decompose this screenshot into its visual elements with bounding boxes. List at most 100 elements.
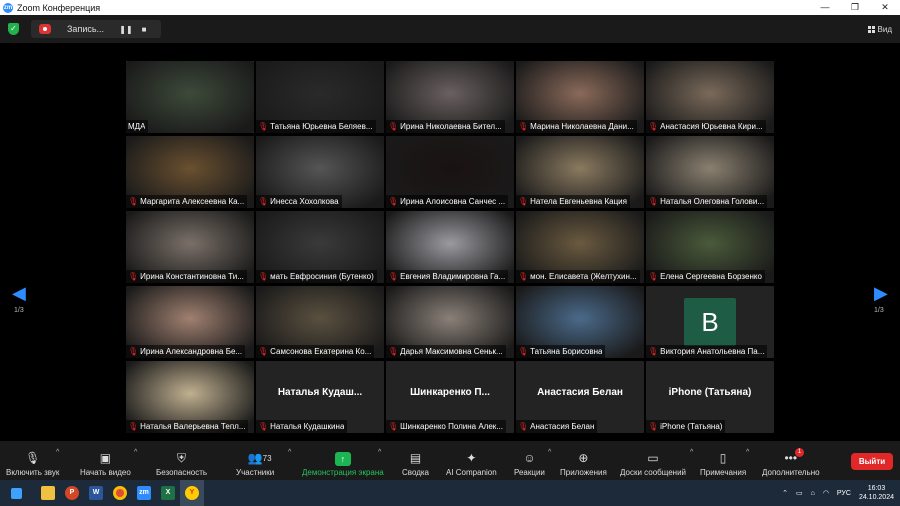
taskbar-word[interactable]: W — [84, 480, 108, 506]
participant-tile[interactable]: 🎙 Самсонова Екатерина Ко... — [256, 286, 384, 358]
close-icon[interactable]: ✕ — [870, 2, 900, 13]
more-button[interactable]: ••• 1 Дополнительно — [762, 444, 820, 477]
participant-tile[interactable]: Шинкаренко П... 🎙 Шинкаренко Полина Алек..… — [386, 361, 514, 433]
security-button[interactable]: ⛨ Безопасность — [156, 444, 207, 477]
chrome-icon — [113, 486, 127, 500]
video-options-caret-icon[interactable]: ^ — [134, 449, 137, 456]
participant-tile[interactable]: 🎙 Марина Николаевна Дани... — [516, 61, 644, 133]
minimize-icon[interactable]: — — [810, 2, 840, 13]
participant-tile[interactable]: 🎙 Ирина Николаевна Бител... — [386, 61, 514, 133]
clock[interactable]: 16:03 24.10.2024 — [859, 484, 894, 502]
language-indicator[interactable]: РУС — [837, 490, 851, 497]
unmute-button[interactable]: 🎙 Включить звук — [6, 444, 59, 477]
participant-tile[interactable]: 🎙 Ирина Александровна Бе... — [126, 286, 254, 358]
taskbar-explorer[interactable] — [36, 480, 60, 506]
participant-tile[interactable]: Анастасия Белан 🎙 Анастасия Белан — [516, 361, 644, 433]
network-icon[interactable]: ⌂ — [811, 490, 815, 497]
encryption-shield-icon[interactable]: ✓ — [8, 23, 19, 35]
participant-tile[interactable]: 🎙 Натела Евгеньевна Кация — [516, 136, 644, 208]
restore-icon[interactable]: ❐ — [840, 2, 870, 13]
muted-microphone-icon: 🎙 — [648, 122, 659, 131]
participant-name: Татьяна Борисовна — [530, 347, 603, 356]
muted-microphone-icon: 🎙 — [518, 197, 529, 206]
camera-off-icon: ▣ — [99, 451, 112, 465]
participant-tile[interactable]: 🎙 мать Евфросиния (Бутенко) — [256, 211, 384, 283]
participant-tile[interactable]: 🎙 Анастасия Юрьевна Кири... — [646, 61, 774, 133]
participant-tile[interactable]: 🎙 Татьяна Борисовна — [516, 286, 644, 358]
participant-tile[interactable]: 🎙 Елена Сергеевна Борзенко — [646, 211, 774, 283]
participant-name-label: 🎙 Татьяна Борисовна — [516, 345, 606, 358]
whiteboards-label: Доски сообщений — [620, 468, 687, 477]
participant-tile[interactable]: МДА — [126, 61, 254, 133]
start-video-button[interactable]: ▣ Начать видео — [80, 444, 131, 477]
taskbar-powerpoint[interactable]: P — [60, 480, 84, 506]
participant-tile[interactable]: 🎙 Ирина Константиновна Ти... — [126, 211, 254, 283]
taskbar-zoom[interactable]: zm — [132, 480, 156, 506]
muted-microphone-icon: 🎙 — [258, 272, 269, 281]
zoom-icon: zm — [137, 486, 151, 500]
whiteboards-button[interactable]: ▭ Доски сообщений — [620, 444, 686, 477]
participant-tile[interactable]: 🎙 Дарья Максимовна Сеньк... — [386, 286, 514, 358]
muted-microphone-icon: 🎙 — [518, 347, 529, 356]
muted-microphone-icon: 🎙 — [648, 347, 659, 356]
muted-microphone-icon: 🎙 — [258, 197, 269, 206]
participant-tile[interactable]: 🎙 Наталья Валерьевна Тепл... — [126, 361, 254, 433]
leave-meeting-button[interactable]: Выйти — [851, 453, 893, 470]
participant-name: Самсонова Екатерина Ко... — [270, 347, 372, 356]
summary-button[interactable]: ▤ Сводка — [402, 444, 429, 477]
share-screen-button[interactable]: ↑ Демонстрация экрана — [302, 444, 384, 477]
participant-name: Ирина Александровна Бе... — [140, 347, 243, 356]
start-button[interactable] — [4, 480, 28, 506]
previous-page-arrow-icon[interactable]: ◀ — [12, 283, 26, 304]
meeting-toolbar: 🎙 Включить звук ^ ▣ Начать видео ^ ⛨ Без… — [0, 441, 900, 480]
taskbar-excel[interactable]: X — [156, 480, 180, 506]
reactions-button[interactable]: ☺ Реакции — [514, 444, 545, 477]
security-label: Безопасность — [156, 468, 208, 477]
windows-taskbar: P W zm X Y ⌃ ▭ ⌂ ◠ РУС 16:03 24.10.2024 — [0, 480, 900, 506]
next-page-arrow-icon[interactable]: ▶ — [874, 283, 888, 304]
more-badge: 1 — [795, 448, 805, 457]
participant-tile[interactable]: 🎙 Татьяна Юрьевна Беляев... — [256, 61, 384, 133]
participant-display-name: Наталья Кудаш... — [277, 387, 363, 398]
pause-recording-icon[interactable]: ❚❚ — [117, 25, 135, 34]
whiteboard-icon: ▭ — [647, 451, 659, 465]
participant-name: Анастасия Белан — [530, 422, 595, 431]
powerpoint-icon: P — [65, 486, 79, 500]
participant-tile[interactable]: 🎙 Наталья Олеговна Голови... — [646, 136, 774, 208]
share-options-caret-icon[interactable]: ^ — [378, 449, 381, 456]
participant-name-label: 🎙 мать Евфросиния (Бутенко) — [256, 270, 377, 283]
stop-recording-icon[interactable]: ■ — [135, 25, 153, 34]
muted-microphone-icon: 🎙 — [258, 122, 269, 131]
participant-tile[interactable]: 🎙 Инесса Хохолкова — [256, 136, 384, 208]
tray-overflow-icon[interactable]: ⌃ — [782, 489, 788, 497]
apps-button[interactable]: ⊕ Приложения — [560, 444, 607, 477]
ai-companion-button[interactable]: ✦ AI Companion — [446, 444, 497, 477]
battery-icon[interactable]: ▭ — [796, 489, 803, 497]
participant-name-label: МДА — [126, 120, 149, 133]
windows-logo-icon — [10, 487, 22, 499]
audio-options-caret-icon[interactable]: ^ — [56, 449, 59, 456]
participant-name-label: 🎙 Дарья Максимовна Сеньк... — [386, 345, 506, 358]
participant-name-label: 🎙 Виктория Анатольевна Па... — [646, 345, 768, 358]
view-button[interactable]: Вид — [867, 25, 892, 34]
more-label: Дополнительно — [762, 468, 820, 477]
participant-name-label: 🎙 Маргарита Алексеевна Ка... — [126, 195, 248, 208]
notes-options-caret-icon[interactable]: ^ — [746, 449, 749, 456]
whiteboards-options-caret-icon[interactable]: ^ — [690, 449, 693, 456]
notes-icon: ▯ — [719, 451, 727, 465]
participant-tile[interactable]: 🎙 Евгения Владимировна Га... — [386, 211, 514, 283]
reactions-options-caret-icon[interactable]: ^ — [548, 449, 551, 456]
taskbar-yandex[interactable]: Y — [180, 480, 204, 506]
participant-tile[interactable]: Наталья Кудаш... 🎙 Наталья Кудашкина — [256, 361, 384, 433]
taskbar-chrome[interactable] — [108, 480, 132, 506]
participants-options-caret-icon[interactable]: ^ — [288, 449, 291, 456]
wifi-icon[interactable]: ◠ — [823, 489, 829, 497]
participant-tile[interactable]: 🎙 Маргарита Алексеевна Ка... — [126, 136, 254, 208]
participant-tile[interactable]: В 🎙 Виктория Анатольевна Па... — [646, 286, 774, 358]
participant-tile[interactable]: iPhone (Татьяна) 🎙 iPhone (Татьяна) — [646, 361, 774, 433]
summary-icon: ▤ — [409, 451, 422, 465]
participant-tile[interactable]: 🎙 Ирина Алоисовна Санчес ... — [386, 136, 514, 208]
participant-tile[interactable]: 🎙 мон. Елисавета (Желтухин... — [516, 211, 644, 283]
participants-button[interactable]: 👥 73 Участники — [236, 444, 274, 477]
notes-button[interactable]: ▯ Примечания — [700, 444, 746, 477]
